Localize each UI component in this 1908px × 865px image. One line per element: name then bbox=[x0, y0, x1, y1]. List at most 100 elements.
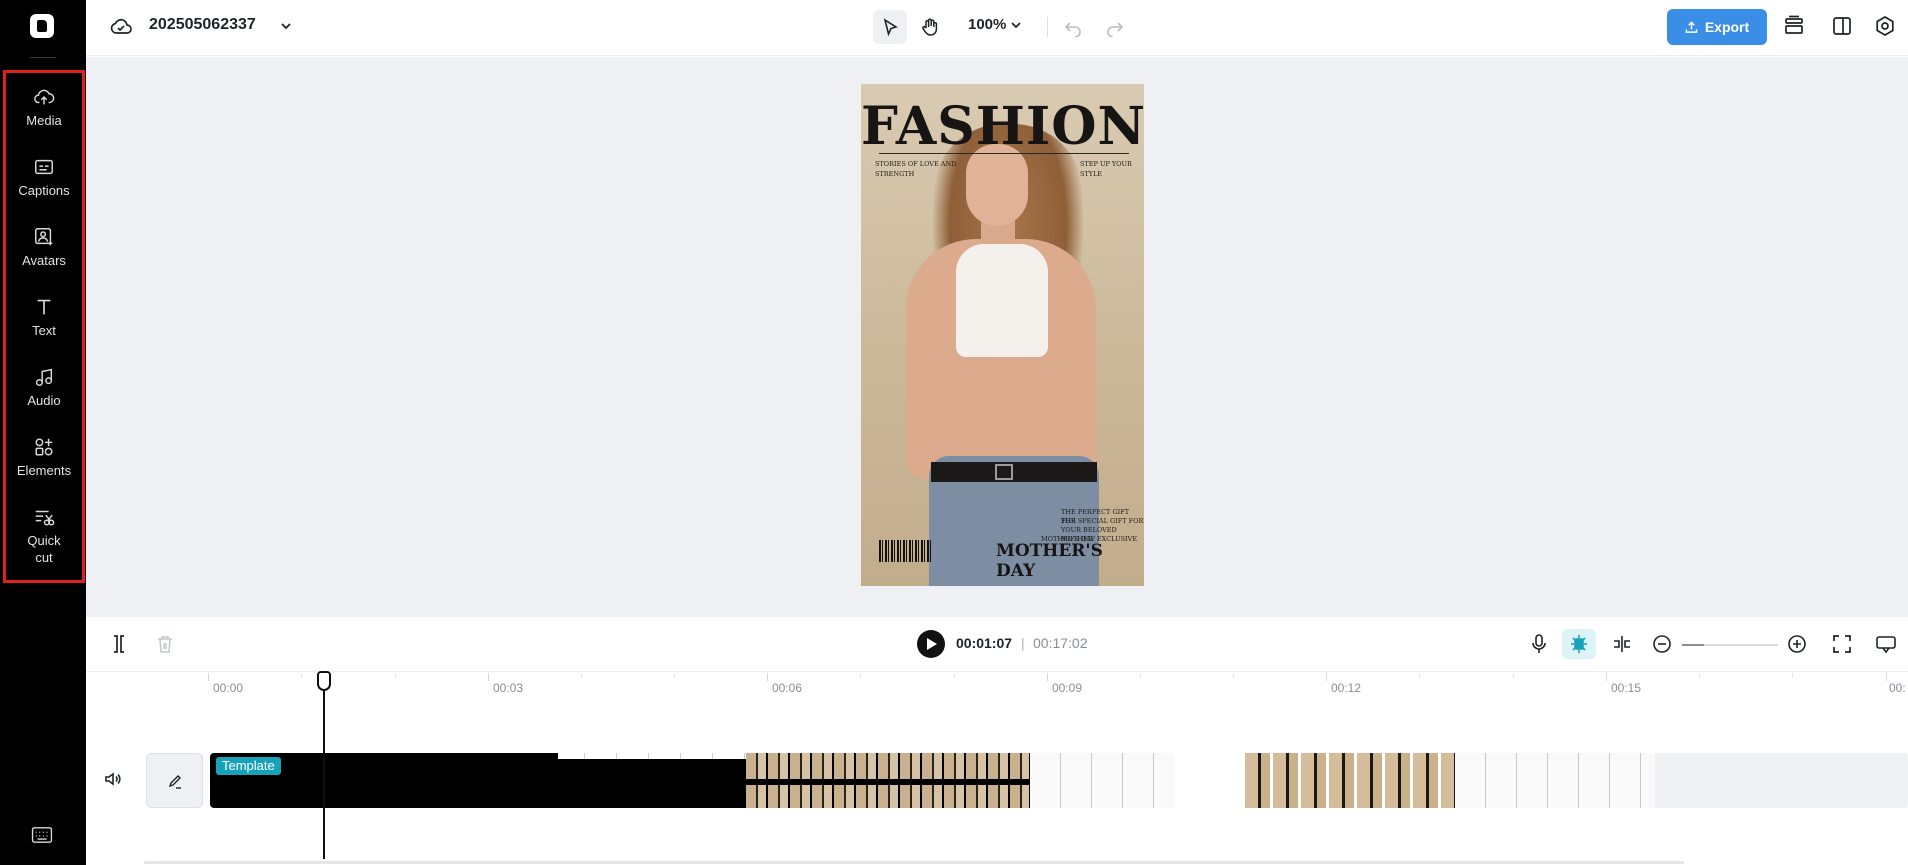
chevron-down-icon bbox=[1011, 21, 1022, 28]
sidebar-item-elements[interactable]: Elements bbox=[3, 436, 85, 479]
ruler-minor-tick bbox=[1792, 673, 1793, 677]
belt-buckle bbox=[995, 464, 1013, 480]
sidebar-divider bbox=[30, 57, 56, 58]
sidebar-item-label: Media bbox=[26, 113, 62, 128]
panel-layout-icon[interactable] bbox=[1831, 15, 1853, 37]
clip-thumbnail-strip bbox=[558, 753, 748, 759]
clip-thumbnail-strip bbox=[1455, 753, 1655, 808]
ruler-minor-tick bbox=[395, 673, 396, 677]
comment-icon[interactable] bbox=[1875, 633, 1897, 655]
ruler-tick bbox=[1326, 673, 1327, 681]
sidebar-item-audio[interactable]: Audio bbox=[3, 366, 85, 409]
fullscreen-icon[interactable] bbox=[1831, 633, 1853, 655]
ruler-minor-tick bbox=[1419, 673, 1420, 677]
sidebar-item-label: Captions bbox=[18, 183, 70, 198]
clip-thumbnail-strip bbox=[1245, 753, 1455, 808]
cursor-icon bbox=[883, 18, 898, 37]
play-button[interactable] bbox=[917, 630, 945, 658]
ruler-minor-tick bbox=[1140, 673, 1141, 677]
sidebar-item-media[interactable]: Media bbox=[3, 86, 85, 129]
poster-small-line: THE SPECIAL GIFT FOR bbox=[1061, 517, 1144, 525]
zoom-in-icon[interactable] bbox=[1786, 633, 1808, 655]
split-center-icon[interactable] bbox=[1611, 633, 1633, 655]
clip-thumbnail-strip bbox=[1175, 753, 1245, 808]
poster-left-tagline: STORIES OF LOVE AND STRENGTH bbox=[875, 160, 957, 178]
video-editor-app: Media Captions Avatars Text Audio Elemen… bbox=[0, 0, 1908, 865]
pencil-icon bbox=[168, 774, 181, 789]
ruler-minor-tick bbox=[581, 673, 582, 677]
ruler-minor-tick bbox=[860, 673, 861, 677]
zoom-dropdown[interactable]: 100% bbox=[968, 16, 1022, 33]
preview-canvas[interactable]: FASHION STORIES OF LOVE AND STRENGTH STE… bbox=[86, 57, 1908, 617]
split-icon[interactable] bbox=[108, 633, 130, 655]
undo-icon bbox=[1064, 22, 1081, 37]
redo-button[interactable] bbox=[1098, 10, 1132, 44]
upload-icon bbox=[1685, 20, 1698, 33]
sidebar-item-captions[interactable]: Captions bbox=[3, 156, 85, 199]
clip-thumbnail-strip bbox=[746, 785, 1029, 808]
poster-preview[interactable]: FASHION STORIES OF LOVE AND STRENGTH STE… bbox=[861, 84, 1144, 586]
app-logo[interactable] bbox=[30, 14, 54, 38]
chevron-down-icon[interactable] bbox=[279, 19, 293, 33]
model-white-top bbox=[956, 244, 1048, 357]
poster-subtitle: MOTHER'S DAY bbox=[996, 541, 1103, 581]
text-icon bbox=[37, 299, 51, 315]
magnet-snap-button[interactable] bbox=[1562, 629, 1596, 659]
music-note-icon bbox=[35, 368, 53, 386]
sidebar-item-quick-cut[interactable]: Quick cut bbox=[3, 506, 85, 566]
time-separator: | bbox=[1021, 635, 1025, 651]
speaker-icon[interactable] bbox=[103, 769, 123, 789]
play-icon bbox=[927, 638, 937, 650]
ruler-tick bbox=[1047, 673, 1048, 681]
avatar-icon bbox=[35, 228, 53, 246]
settings-gear-icon[interactable] bbox=[1874, 15, 1896, 37]
total-duration: 00:17:02 bbox=[1033, 635, 1088, 651]
undo-button[interactable] bbox=[1056, 10, 1090, 44]
keyboard-icon[interactable] bbox=[31, 826, 53, 844]
ruler-label: 00:03 bbox=[493, 681, 524, 695]
ruler-tick bbox=[1606, 673, 1607, 681]
ruler-label: 00:09 bbox=[1052, 681, 1083, 695]
ruler-label: 00:15 bbox=[1611, 681, 1642, 695]
microphone-icon[interactable] bbox=[1528, 633, 1550, 655]
select-tool-button[interactable] bbox=[873, 10, 907, 44]
playhead-handle[interactable] bbox=[317, 671, 331, 691]
toolbar-divider bbox=[1047, 17, 1048, 37]
sidebar-item-label: Text bbox=[32, 323, 56, 338]
hand-tool-button[interactable] bbox=[913, 10, 947, 44]
ruler-minor-tick bbox=[1699, 673, 1700, 677]
elements-icon bbox=[35, 438, 53, 456]
zoom-level: 100% bbox=[968, 16, 1007, 33]
ruler-minor-tick bbox=[1233, 673, 1234, 677]
ruler-tick bbox=[767, 673, 768, 681]
edit-track-button[interactable] bbox=[146, 753, 203, 808]
redo-icon bbox=[1107, 22, 1124, 37]
model-belt bbox=[931, 462, 1097, 482]
export-button[interactable]: Export bbox=[1667, 9, 1767, 45]
ruler-minor-tick bbox=[301, 673, 302, 677]
ruler-tick bbox=[208, 673, 209, 681]
ruler-minor-tick bbox=[954, 673, 955, 677]
playhead[interactable] bbox=[323, 673, 325, 859]
poster-rule bbox=[879, 153, 1129, 154]
sidebar-item-text[interactable]: Text bbox=[3, 296, 85, 339]
ruler-label: 00: bbox=[1889, 681, 1906, 695]
current-time: 00:01:07 bbox=[956, 635, 1013, 651]
ruler-label: 00:06 bbox=[772, 681, 803, 695]
template-badge: Template bbox=[216, 757, 281, 775]
sidebar-item-avatars[interactable]: Avatars bbox=[3, 226, 85, 269]
layers-stack-icon[interactable] bbox=[1783, 15, 1805, 37]
ruler-tick bbox=[488, 673, 489, 681]
trash-icon[interactable] bbox=[154, 633, 176, 655]
zoom-out-icon[interactable] bbox=[1651, 633, 1673, 655]
left-sidebar: Media Captions Avatars Text Audio Elemen… bbox=[0, 0, 86, 865]
ruler-minor-tick bbox=[1513, 673, 1514, 677]
sidebar-item-label: Elements bbox=[16, 463, 72, 478]
snap-icon bbox=[1571, 635, 1587, 653]
clip-thumbnail-strip bbox=[1030, 753, 1175, 808]
timeline-scrollbar[interactable] bbox=[144, 861, 1684, 864]
timeline[interactable]: 00:00 00:03 00:06 00:09 00:12 00:15 00: … bbox=[86, 671, 1908, 865]
project-name[interactable]: 202505062337 bbox=[149, 16, 256, 34]
cloud-sync-icon[interactable] bbox=[109, 15, 133, 37]
timeline-toolbar: 00:01:07 | 00:17:02 bbox=[86, 617, 1908, 672]
